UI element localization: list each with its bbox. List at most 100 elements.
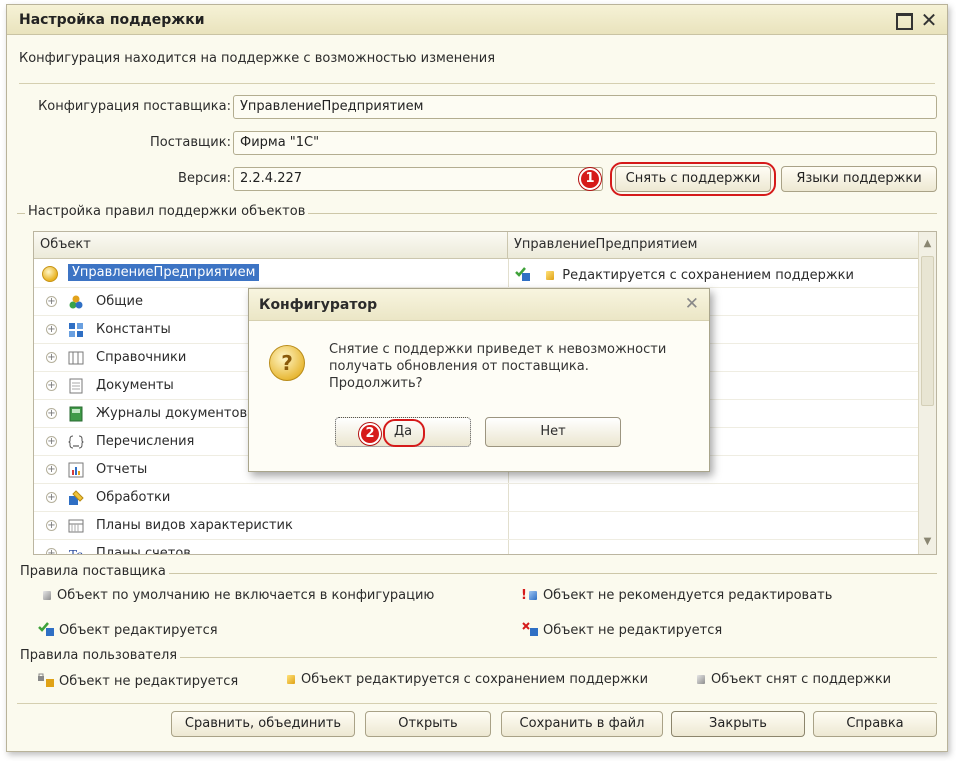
cross-blue-cube-icon: [522, 622, 538, 636]
version-label: Версия:: [178, 171, 231, 186]
vendor-label: Поставщик:: [149, 135, 231, 150]
compare-merge-button[interactable]: Сравнить, объединить: [171, 711, 355, 737]
expand-icon[interactable]: +: [46, 352, 57, 363]
legend-text: Объект редактируется с сохранением подде…: [301, 672, 649, 687]
legend-user-editable-keep: Объект редактируется с сохранением подде…: [287, 672, 648, 687]
close-button[interactable]: Закрыть: [671, 711, 805, 737]
enums-icon: [68, 435, 84, 449]
row-label: Справочники: [96, 350, 187, 365]
row-label: Общие: [96, 294, 143, 309]
column-header-object[interactable]: Объект: [34, 232, 508, 259]
window-title: Настройка поддержки: [19, 12, 205, 28]
no-button[interactable]: Нет: [485, 417, 621, 447]
table-row[interactable]: + Tc Планы счетов: [34, 540, 920, 555]
legend-user-not-editable: Объект не редактируется: [37, 672, 238, 689]
expand-icon[interactable]: +: [46, 436, 57, 447]
dialog-message-line: Снятие с поддержки приведет к невозможно…: [329, 342, 667, 357]
dialog-message: Снятие с поддержки приведет к невозможно…: [329, 341, 666, 392]
yellow-cube-icon: [287, 675, 295, 684]
row-label: Планы счетов: [96, 546, 191, 555]
question-icon: ?: [269, 345, 305, 381]
confirm-dialog: Конфигуратор ✕ ? Снятие с поддержки прив…: [248, 288, 710, 472]
legend-editable: Объект редактируется: [37, 621, 218, 638]
vendor-config-field[interactable]: УправлениеПредприятием: [233, 95, 937, 119]
row-label: Планы видов характеристик: [96, 518, 293, 533]
journals-icon: [69, 406, 83, 422]
check-blue-cube-icon: [38, 622, 54, 636]
legend-text: Объект не редактируется: [543, 623, 723, 638]
legend-text: Объект по умолчанию не включается в конф…: [57, 588, 435, 603]
separator: [19, 83, 935, 84]
row-state-text: Редактируется с сохранением поддержки: [562, 268, 854, 283]
table-row-root[interactable]: УправлениеПредприятием Редактируется с с…: [34, 260, 920, 288]
support-languages-button[interactable]: Языки поддержки: [781, 166, 937, 192]
version-field[interactable]: 2.2.4.227: [233, 167, 603, 191]
yellow-cube-icon: [546, 271, 555, 280]
lock-yellow-cube-icon: [38, 673, 54, 687]
legend-not-included: Объект по умолчанию не включается в конф…: [43, 588, 434, 603]
expand-icon[interactable]: +: [46, 464, 57, 475]
help-button[interactable]: Справка: [813, 711, 937, 737]
step-badge-1: 1: [579, 168, 601, 190]
expand-icon[interactable]: +: [46, 324, 57, 335]
open-button[interactable]: Открыть: [365, 711, 491, 737]
row-label: Перечисления: [96, 434, 195, 449]
table-row[interactable]: + Обработки: [34, 484, 920, 512]
rules-group-title: Настройка правил поддержки объектов: [25, 204, 309, 219]
common-icon: [69, 295, 83, 309]
characteristic-types-icon: [68, 519, 84, 533]
processors-icon: [69, 490, 84, 505]
legend-not-editable: Объект не редактируется: [521, 621, 722, 638]
blue-cube-icon: [528, 591, 537, 600]
highlight-ring: [610, 162, 776, 196]
legend-user-removed: Объект снят с поддержки: [697, 672, 891, 687]
documents-icon: [69, 378, 83, 394]
legend-text: Объект не рекомендуется редактировать: [542, 588, 833, 603]
row-label: Константы: [96, 322, 171, 337]
highlight-ring: [383, 419, 425, 447]
row-label: Документы: [96, 378, 174, 393]
legend-text: Объект снят с поддержки: [711, 672, 892, 687]
scroll-thumb[interactable]: [921, 256, 934, 406]
close-icon[interactable]: ✕: [919, 10, 939, 30]
step-badge-2: 2: [359, 423, 381, 445]
row-label: УправлениеПредприятием: [68, 264, 260, 281]
table-row[interactable]: + Планы видов характеристик: [34, 512, 920, 540]
expand-icon[interactable]: +: [46, 380, 57, 391]
legend-text: Объект редактируется: [59, 623, 218, 638]
row-label: Отчеты: [96, 462, 148, 477]
support-status-text: Конфигурация находится на поддержке с во…: [19, 51, 496, 66]
expand-icon[interactable]: +: [46, 408, 57, 419]
titlebar: Настройка поддержки ✕: [7, 5, 947, 35]
dialog-titlebar: Конфигуратор ✕: [249, 289, 709, 321]
dialog-message-line: получать обновления от поставщика.: [329, 359, 589, 374]
expand-icon[interactable]: +: [46, 492, 57, 503]
dialog-message-line: Продолжить?: [329, 376, 423, 391]
save-to-file-button[interactable]: Сохранить в файл: [501, 711, 663, 737]
constants-icon: [69, 323, 83, 337]
separator: [17, 703, 937, 704]
vendor-field[interactable]: Фирма "1С": [233, 131, 937, 155]
expand-icon[interactable]: +: [46, 520, 57, 531]
dialog-close-icon[interactable]: ✕: [685, 294, 699, 314]
table-header: Объект УправлениеПредприятием: [34, 232, 918, 259]
expand-icon[interactable]: +: [46, 296, 57, 307]
vendor-config-label: Конфигурация поставщика:: [38, 99, 231, 114]
legend-text: Объект не редактируется: [59, 674, 239, 689]
scroll-up-icon[interactable]: ▲: [919, 235, 936, 253]
scroll-down-icon[interactable]: ▼: [919, 533, 936, 551]
reports-icon: [68, 462, 84, 478]
row-label: Журналы документов: [96, 406, 248, 421]
column-header-config[interactable]: УправлениеПредприятием: [508, 232, 920, 259]
configuration-root-icon: [42, 266, 58, 282]
legend-not-recommended: ! Объект не рекомендуется редактировать: [521, 588, 832, 603]
check-blue-cube-icon: [515, 267, 530, 281]
catalogs-icon: [68, 351, 84, 365]
warning-blue-cube-icon: !: [521, 588, 527, 603]
expand-icon[interactable]: +: [46, 548, 57, 554]
row-label: Обработки: [96, 490, 171, 505]
maximize-icon[interactable]: [893, 10, 913, 30]
vertical-scrollbar[interactable]: ▲ ▼: [918, 232, 936, 554]
row-state: Редактируется с сохранением поддержки: [514, 266, 854, 283]
gray-cube-icon: [697, 675, 705, 684]
